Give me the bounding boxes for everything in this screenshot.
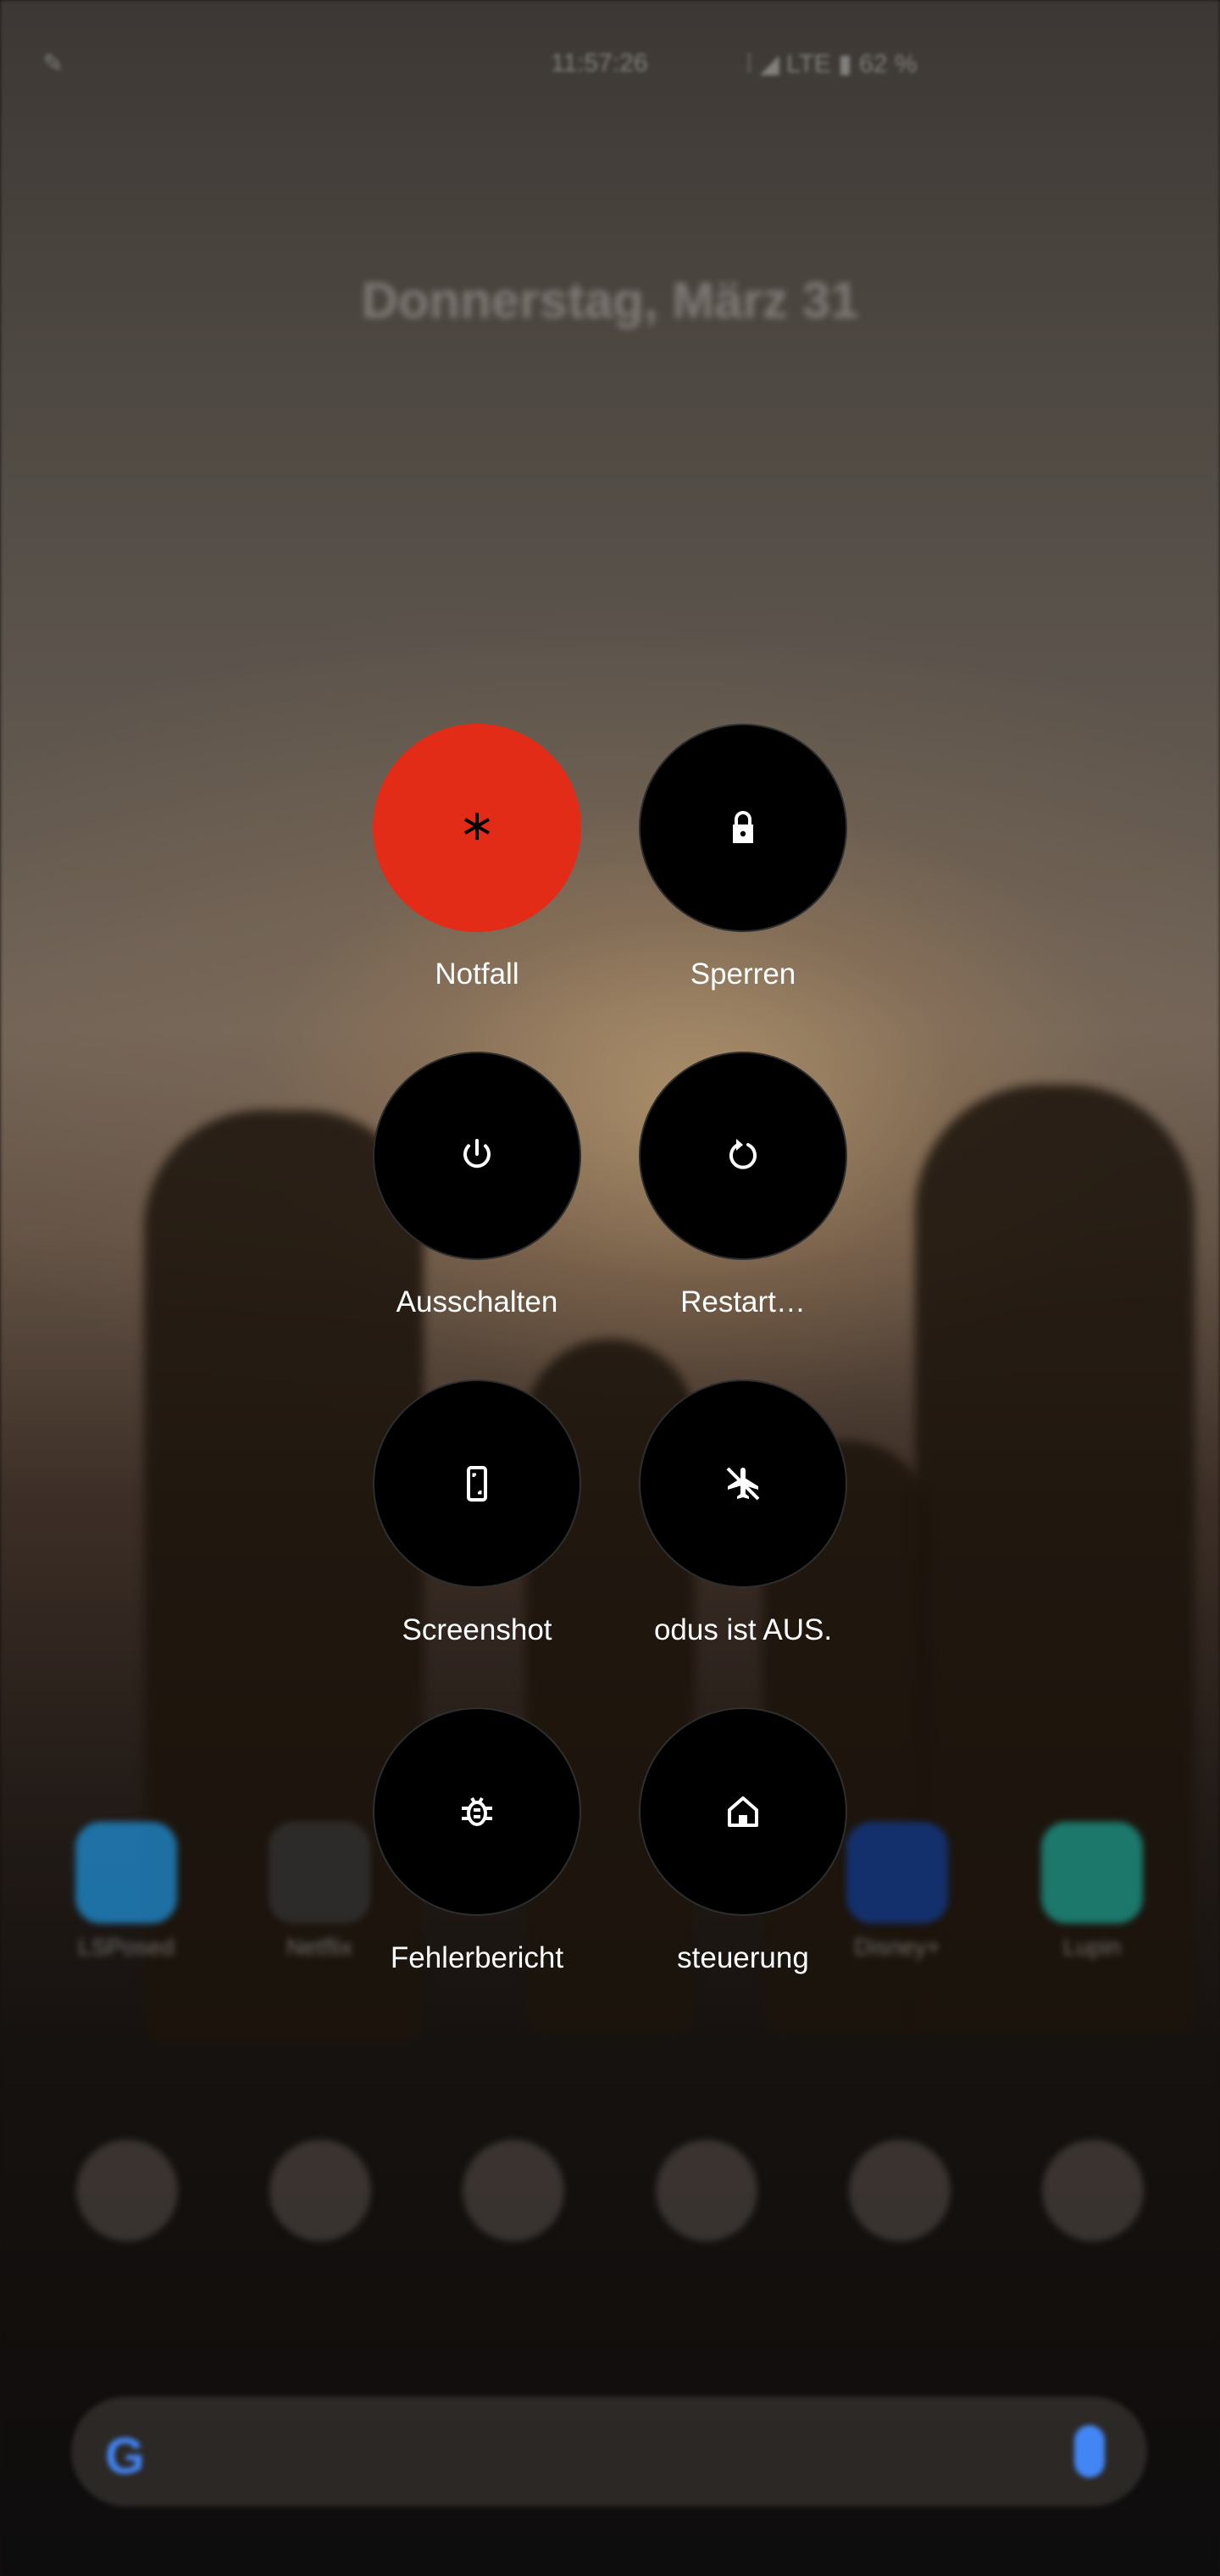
date-widget: Donnerstag, März 31	[361, 272, 859, 329]
google-logo: G	[105, 2428, 145, 2484]
emergency-button[interactable]	[373, 724, 581, 932]
app-lupin: Lupin	[1037, 1822, 1147, 1961]
sync-icon	[656, 2140, 757, 2241]
phone-icon	[76, 2140, 178, 2241]
lock-icon	[733, 811, 753, 843]
vibrate-icon: ⁞	[746, 50, 753, 78]
battery-icon: ▮	[838, 50, 852, 78]
browser-icon	[269, 2140, 371, 2241]
status-time: 11:57:26	[551, 49, 648, 77]
app-icon	[846, 1822, 948, 1924]
status-icons: ⁞ ◢ LTE ▮ 62 %	[746, 49, 918, 79]
lock-button[interactable]	[639, 724, 847, 932]
home-control-button[interactable]	[639, 1707, 847, 1916]
telegram-icon	[849, 2140, 951, 2241]
emergency-label: Notfall	[435, 958, 519, 991]
app-icon	[269, 1822, 370, 1924]
mic-icon	[1074, 2425, 1105, 2478]
airplane-off-icon	[726, 1467, 760, 1501]
airplane-mode-label: odus ist AUS.	[653, 1613, 833, 1646]
restart-icon	[729, 1139, 757, 1169]
signal-icon: ◢	[759, 50, 779, 78]
screenshot-label: Screenshot	[402, 1613, 552, 1646]
screenshot-button[interactable]	[373, 1380, 581, 1588]
lte-icon: LTE	[786, 50, 831, 78]
app-label: LSPosed	[78, 1934, 175, 1960]
camera-icon	[463, 2140, 564, 2241]
bugreport-label: Fehlerbericht	[390, 1941, 564, 1974]
screenshot-icon	[467, 1466, 487, 1502]
app-icon	[75, 1822, 177, 1924]
home-icon	[728, 1796, 758, 1827]
whatsapp-icon	[1042, 2140, 1144, 2241]
power-icon	[463, 1139, 491, 1169]
notification-icon: ✎	[42, 50, 64, 78]
airplane-mode-button[interactable]	[639, 1380, 847, 1588]
app-lspose: LSPosed	[71, 1822, 181, 1961]
restart-button[interactable]	[639, 1052, 847, 1260]
app-label: Lupin	[1062, 1934, 1122, 1960]
restart-label: Restart…	[680, 1285, 806, 1319]
asterisk-icon	[464, 813, 490, 840]
app-icon	[1041, 1822, 1143, 1924]
home-control-label: steuerung	[677, 1941, 809, 1974]
power-off-button[interactable]	[373, 1052, 581, 1260]
app-disney: Disney+	[842, 1822, 952, 1961]
lock-label: Sperren	[690, 958, 796, 991]
app-netflix: Netflix	[264, 1822, 374, 1961]
status-bar: ✎ 11:57:26 ⁞ ◢ LTE ▮ 62 %	[0, 34, 1220, 102]
bug-icon	[462, 1796, 492, 1826]
power-off-label: Ausschalten	[396, 1285, 558, 1319]
google-search-bar: G	[71, 2396, 1147, 2507]
battery-percent: 62 %	[859, 50, 918, 78]
bugreport-button[interactable]	[373, 1707, 581, 1916]
